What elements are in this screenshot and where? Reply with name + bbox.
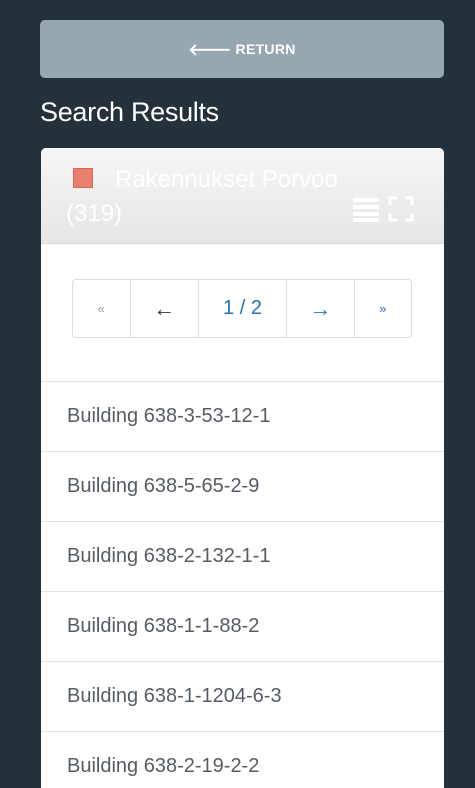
pagination: « ← 1 / 2 → »	[72, 279, 412, 338]
arrow-left-icon: 🡐	[188, 41, 232, 59]
page-indicator: 1 / 2	[199, 280, 288, 337]
page-title: Search Results	[40, 97, 219, 127]
list-view-icon[interactable]	[353, 196, 379, 222]
layer-result-count: (319)	[66, 200, 123, 227]
return-button[interactable]: 🡐 RETURN	[40, 20, 444, 78]
return-button-label: RETURN	[235, 41, 296, 57]
first-page-button[interactable]: «	[73, 280, 131, 337]
layer-header: Rakennukset Porvoo (319)	[41, 148, 444, 244]
last-page-button[interactable]: »	[355, 280, 412, 337]
result-item[interactable]: Building 638-5-65-2-9	[41, 451, 444, 521]
next-page-button[interactable]: →	[287, 280, 355, 337]
result-item[interactable]: Building 638-1-1-88-2	[41, 591, 444, 661]
layer-name: Rakennukset Porvoo	[115, 166, 338, 193]
result-item[interactable]: Building 638-2-132-1-1	[41, 521, 444, 591]
fullscreen-icon[interactable]	[388, 196, 414, 222]
result-item[interactable]: Building 638-2-19-2-2	[41, 731, 444, 788]
result-item[interactable]: Building 638-1-1204-6-3	[41, 661, 444, 731]
search-results-panel: Rakennukset Porvoo (319) « ← 1 / 2 → » B…	[41, 148, 444, 788]
previous-page-button[interactable]: ←	[131, 280, 199, 337]
layer-color-swatch	[73, 168, 93, 188]
results-list: Building 638-3-53-12-1 Building 638-5-65…	[41, 381, 444, 788]
result-item[interactable]: Building 638-3-53-12-1	[41, 381, 444, 451]
